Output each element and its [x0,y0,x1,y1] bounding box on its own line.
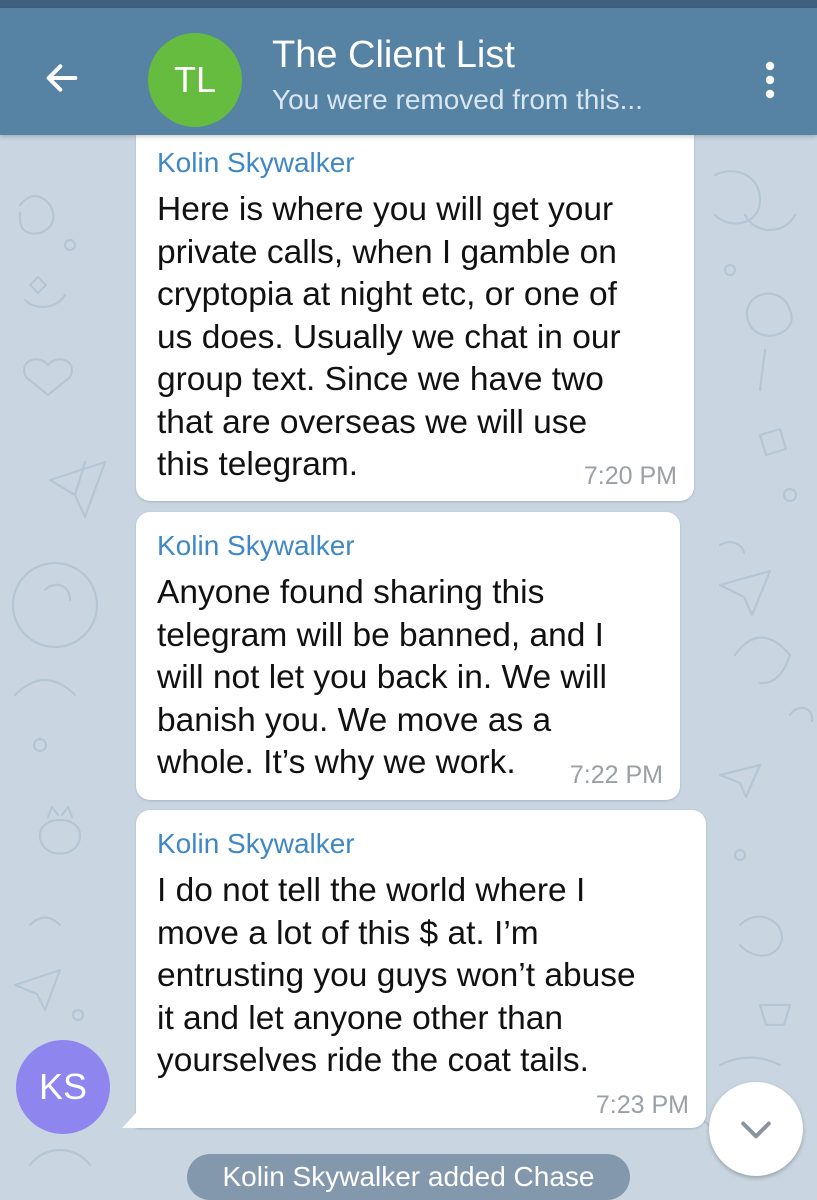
more-vertical-icon [765,61,775,99]
back-button[interactable] [30,46,94,110]
message-time: 7:23 PM [595,1091,689,1119]
message-bubble[interactable]: Kolin Skywalker Anyone found sharing thi… [136,512,680,800]
message-sender[interactable]: Kolin Skywalker [157,530,355,562]
chat-title[interactable]: The Client List [272,34,515,77]
message-time: 7:20 PM [583,462,677,490]
service-message-text: Kolin Skywalker added Chase [222,1161,595,1192]
sender-avatar[interactable]: KS [16,1040,110,1134]
chevron-down-icon [741,1121,771,1139]
message-text: Anyone found sharing this telegram will … [157,574,607,781]
message-sender[interactable]: Kolin Skywalker [157,147,355,179]
message-bubble[interactable]: Kolin Skywalker Here is where you will g… [136,135,694,501]
message-text: Here is where you will get your private … [157,191,621,483]
message-bubble[interactable]: Kolin Skywalker I do not tell the world … [136,810,706,1128]
chat-header: TL The Client List You were removed from… [0,8,817,135]
message-sender[interactable]: Kolin Skywalker [157,828,355,860]
group-avatar[interactable]: TL [148,33,242,127]
sender-avatar-initials: KS [38,1066,88,1107]
arrow-left-icon [46,64,78,92]
chat-subtitle: You were removed from this... [272,84,643,115]
bubble-tail [122,1113,136,1128]
message-text: I do not tell the world where I move a l… [157,872,636,1079]
group-avatar-initials: TL [173,59,216,100]
status-bar [0,0,817,8]
message-time: 7:22 PM [569,761,663,789]
more-options-button[interactable] [748,48,792,112]
scroll-down-button[interactable] [709,1082,803,1176]
service-message: Kolin Skywalker added Chase [187,1154,630,1200]
